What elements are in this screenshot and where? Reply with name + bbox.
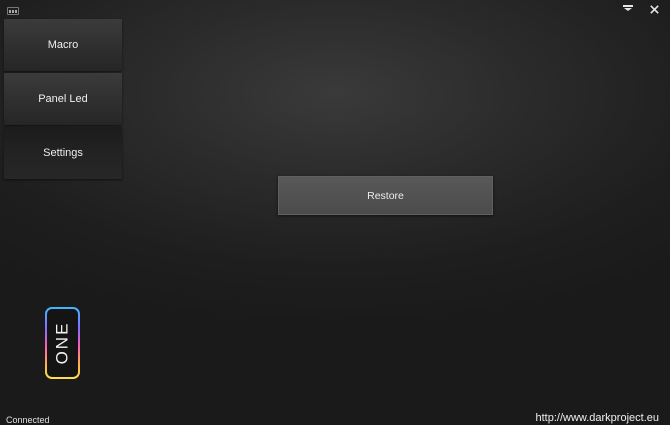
connection-status: Connected — [6, 415, 50, 425]
sidebar-item-panel-led[interactable]: Panel Led — [4, 73, 122, 125]
menu-dropdown-button[interactable] — [619, 1, 637, 17]
menu-dropdown-icon — [623, 5, 633, 13]
sidebar: Macro Panel Led Settings — [4, 19, 122, 181]
close-button[interactable] — [645, 1, 663, 17]
app-logo-icon — [7, 7, 19, 15]
sidebar-item-label: Panel Led — [38, 93, 88, 105]
restore-button[interactable]: Restore — [278, 176, 493, 215]
sidebar-item-label: Macro — [47, 39, 79, 51]
sidebar-item-macro[interactable]: Macro — [4, 19, 122, 71]
restore-button-label: Restore — [367, 189, 404, 202]
close-icon — [649, 4, 659, 14]
sidebar-item-settings[interactable]: Settings — [4, 127, 122, 179]
device-badge-text: ONE — [52, 321, 72, 365]
website-link[interactable]: http://www.darkproject.eu — [535, 412, 659, 424]
device-badge-inner: ONE — [47, 309, 78, 377]
device-badge: ONE — [45, 307, 80, 379]
sidebar-item-label: Settings — [43, 147, 83, 159]
